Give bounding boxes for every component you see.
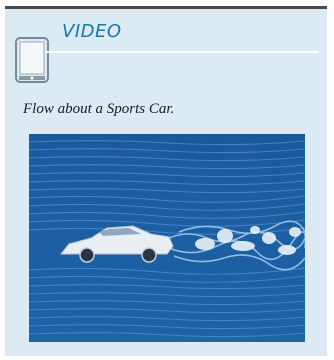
handheld-device-icon bbox=[15, 37, 49, 83]
video-panel: VIDEO Flow about a Sports Car. bbox=[5, 6, 327, 356]
video-still[interactable] bbox=[29, 134, 305, 342]
flow-visualization-image bbox=[29, 134, 305, 342]
header-divider bbox=[45, 51, 319, 53]
section-title: VIDEO bbox=[62, 21, 122, 42]
video-caption: Flow about a Sports Car. bbox=[23, 101, 175, 117]
panel-header bbox=[5, 9, 327, 35]
